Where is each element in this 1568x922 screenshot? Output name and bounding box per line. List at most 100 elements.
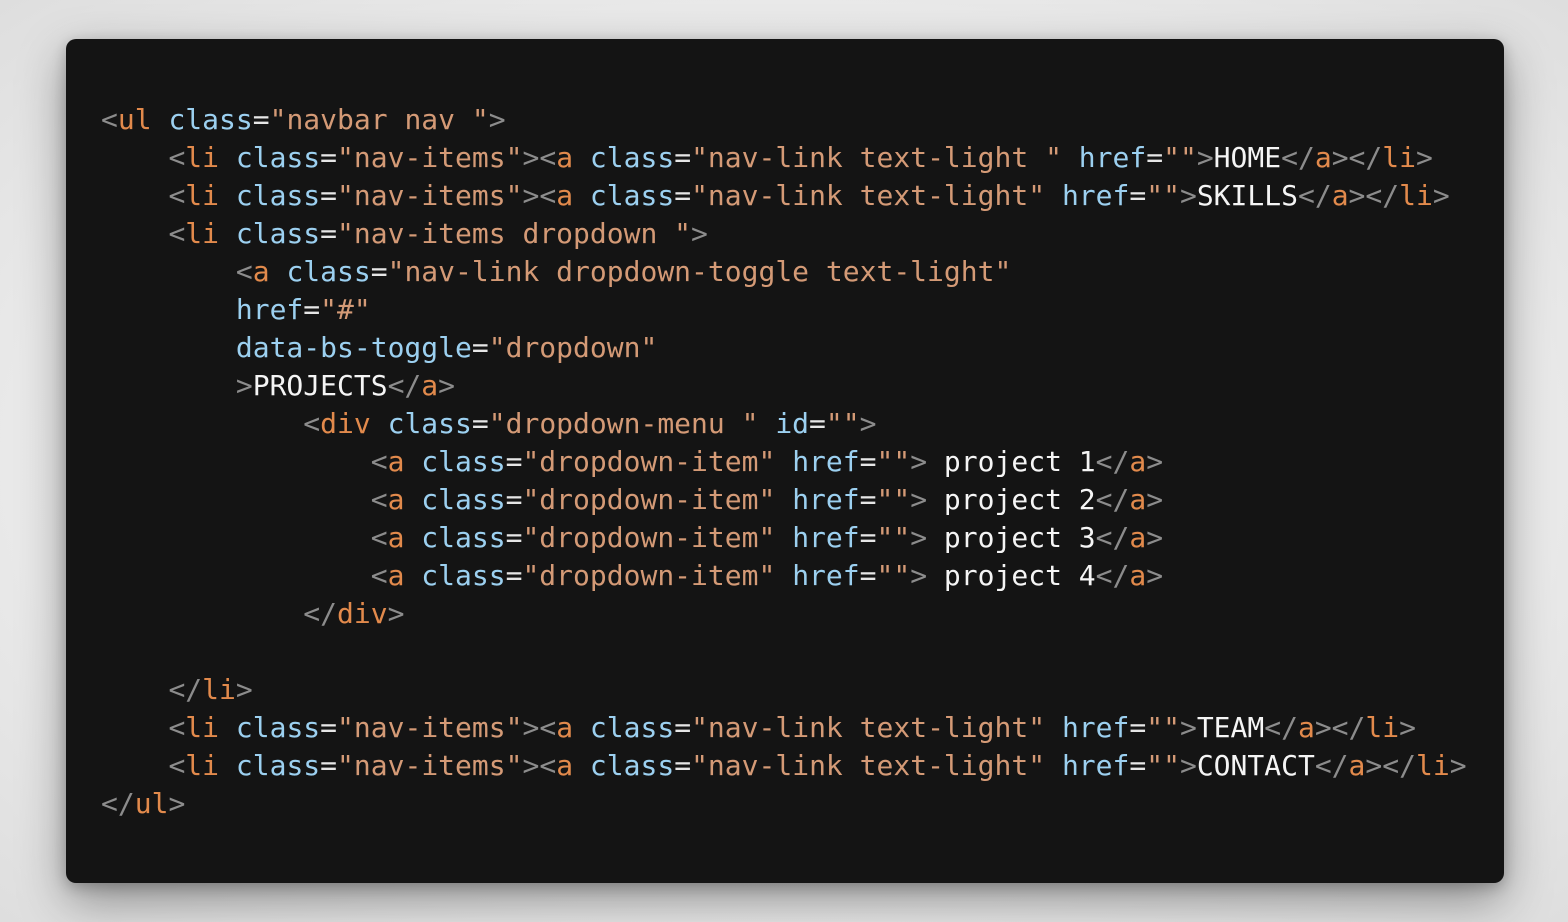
code-token-text: HOME [1213, 141, 1282, 174]
code-token-tag: ul [134, 787, 169, 820]
code-token-punct: > [168, 787, 186, 820]
code-token-eq: = [320, 711, 338, 744]
code-line: </li> [101, 671, 1467, 709]
code-token-attr: href [792, 521, 860, 554]
code-line: data-bs-toggle="dropdown" [101, 329, 1467, 367]
code-token-punct: < [370, 445, 388, 478]
code-token-punct: </ [101, 787, 135, 820]
code-token-attr: class [589, 711, 675, 744]
code-line: >PROJECTS</a> [101, 367, 1467, 405]
code-token-punct: > [1179, 179, 1197, 212]
code-line: <li class="nav-items"><a class="nav-link… [101, 747, 1467, 785]
code-token-punct: > [1146, 521, 1164, 554]
code-token-eq: = [471, 331, 489, 364]
code-token-tag: div [337, 597, 388, 630]
code-token-val: "nav-items" [337, 179, 523, 212]
code-token-punct: < [370, 559, 388, 592]
code-token-punct: </ [1095, 521, 1130, 554]
code-token-punct: > [1432, 179, 1450, 212]
code-token-val: "dropdown-item" [522, 521, 776, 554]
code-token-punct: ></ [1365, 749, 1416, 782]
code-token-punct: < [168, 749, 186, 782]
code-token-tag: a [387, 445, 405, 478]
code-token-val: "#" [320, 293, 371, 326]
code-token-eq: = [471, 407, 489, 440]
code-token-punct: > [1146, 445, 1164, 478]
code-token-attr: class [235, 749, 321, 782]
code-line: <li class="nav-items dropdown "> [101, 215, 1467, 253]
code-token-text: project 4 [927, 559, 1096, 592]
code-token-val: "" [876, 559, 911, 592]
code-token-attr: class [387, 407, 472, 440]
code-token-tag: li [1415, 749, 1450, 782]
code-token-eq: = [859, 521, 877, 554]
code-token-punct: > [1179, 749, 1197, 782]
code-token-tag: li [185, 749, 220, 782]
code-token-punct: > [691, 217, 708, 250]
code-line: </div> [101, 595, 1467, 633]
code-line: <ul class="navbar nav "> [101, 101, 1467, 139]
code-token-eq: = [320, 217, 338, 250]
code-token-punct: < [168, 141, 186, 174]
code-token-punct: ></ [1348, 179, 1400, 212]
code-token-attr: href [792, 483, 860, 516]
code-token-punct: </ [387, 369, 422, 402]
code-token-eq: = [505, 559, 523, 592]
code-token-eq: = [320, 749, 338, 782]
code-token-text: CONTACT [1196, 749, 1315, 782]
code-token-punct: > [910, 521, 928, 554]
code-token-punct: </ [1264, 711, 1298, 744]
code-token-punct: > [1449, 749, 1467, 782]
code-token-punct: < [370, 483, 388, 516]
code-token-punct: </ [1297, 179, 1332, 212]
code-token-tag: li [1365, 711, 1400, 744]
code-token-val: "dropdown" [488, 331, 658, 364]
code-token-attr: href [792, 559, 860, 592]
code-token-val: "" [1146, 711, 1180, 744]
code-token-val: "" [876, 521, 911, 554]
code-line: <div class="dropdown-menu " id=""> [101, 405, 1467, 443]
code-token-punct: >< [522, 749, 557, 782]
code-token-tag: a [556, 711, 574, 744]
code-token-punct: </ [1281, 141, 1315, 174]
code-token-val: "nav-items" [337, 711, 523, 744]
code-token-val: "dropdown-menu " [488, 407, 759, 440]
code-token-text: SKILLS [1196, 179, 1298, 212]
code-token-tag: li [185, 141, 220, 174]
code-token-punct: > [910, 483, 928, 516]
code-token-tag: li [1382, 141, 1416, 174]
code-token-punct: >< [522, 179, 557, 212]
code-token-punct: > [438, 369, 456, 402]
code-token-punct: > [1399, 711, 1416, 744]
code-token-punct: > [1196, 141, 1214, 174]
code-token-tag: a [1314, 141, 1332, 174]
code-token-attr: href [1061, 179, 1130, 212]
code-token-punct: > [235, 673, 253, 706]
code-token-tag: a [387, 559, 405, 592]
code-token-val: "" [876, 445, 911, 478]
code-token-val: "nav-items" [337, 141, 523, 174]
code-token-punct: > [488, 103, 506, 136]
code-token-punct: < [168, 179, 186, 212]
code-token-punct: </ [1095, 483, 1130, 516]
code-token-attr: class [235, 711, 321, 744]
